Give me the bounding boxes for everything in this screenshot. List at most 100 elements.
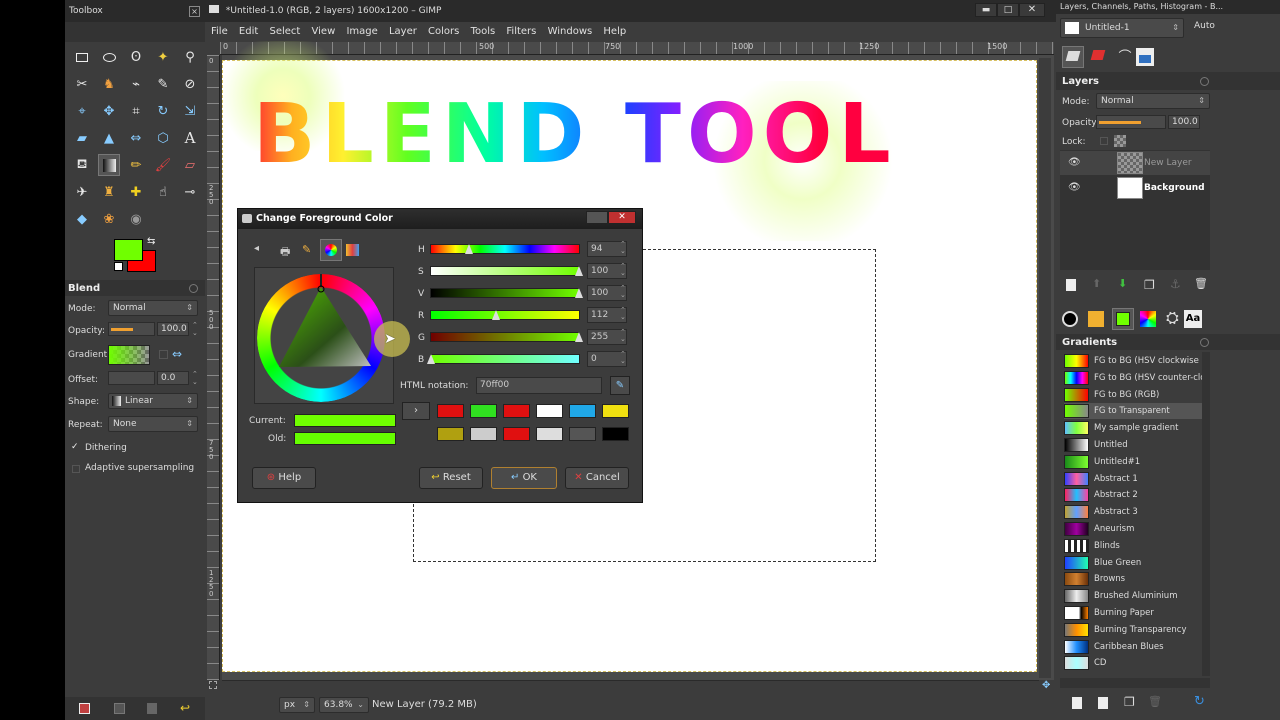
history-color-swatch[interactable]: [536, 404, 563, 418]
crop-tool[interactable]: ⌗: [125, 100, 147, 122]
menu-edit[interactable]: Edit: [235, 24, 262, 40]
v-slider[interactable]: [430, 288, 583, 298]
text-tool[interactable]: A: [179, 127, 201, 149]
panel-menu-icon[interactable]: [1200, 77, 1209, 86]
gradient-list-item[interactable]: Browns: [1064, 571, 1204, 587]
patterns-tab-icon[interactable]: [1088, 311, 1104, 327]
anchor-layer-icon[interactable]: ⚓: [1170, 277, 1181, 291]
history-color-swatch[interactable]: [470, 404, 497, 418]
repeat-combo[interactable]: None ⇕: [108, 416, 198, 432]
image-select-combo[interactable]: Untitled-1 ⇕: [1060, 18, 1184, 38]
paths-tool[interactable]: ⌁: [125, 73, 147, 95]
paths-tab[interactable]: ⌒: [1114, 46, 1136, 68]
minimize-button[interactable]: ▬: [975, 3, 997, 17]
history-color-swatch[interactable]: [503, 404, 530, 418]
wheel-selector-tab[interactable]: [320, 239, 342, 261]
gradient-list-item[interactable]: Blinds: [1064, 538, 1204, 554]
duplicate-layer-icon[interactable]: ❐: [1144, 278, 1155, 292]
ok-button[interactable]: ↵ OK: [491, 467, 557, 489]
lock-pixels-checkbox[interactable]: [1100, 137, 1108, 145]
blend-tool[interactable]: [98, 154, 120, 176]
gradient-list-item[interactable]: FG to Transparent: [1064, 403, 1204, 420]
cmyk-selector-icon[interactable]: 🖶: [280, 243, 290, 262]
new-gradient-icon[interactable]: [1098, 697, 1108, 709]
layers-tab[interactable]: [1062, 46, 1084, 68]
color-picker-button[interactable]: ✎: [610, 376, 630, 395]
convolve-tool[interactable]: ◉: [125, 208, 147, 230]
eye-icon[interactable]: 👁: [1068, 157, 1081, 168]
foreground-color-swatch[interactable]: [114, 239, 143, 261]
menu-filters[interactable]: Filters: [502, 24, 540, 40]
new-layer-icon[interactable]: [1066, 279, 1076, 291]
gradient-list-item[interactable]: My sample gradient: [1064, 420, 1204, 436]
delete-layer-icon[interactable]: 🗑: [1194, 277, 1208, 290]
menu-layer[interactable]: Layer: [385, 24, 421, 40]
smudge-tool[interactable]: ☝: [152, 181, 174, 203]
gradient-list-item[interactable]: FG to BG (HSV clockwise hue): [1064, 353, 1204, 369]
r-spin-arrows[interactable]: ⌃ ⌄: [620, 307, 626, 321]
gradient-preview-button[interactable]: [108, 345, 150, 365]
color-picker-tool[interactable]: ✎: [152, 73, 174, 95]
palettes-tab-icon[interactable]: [1140, 311, 1156, 327]
gradient-list-item[interactable]: CD: [1064, 655, 1204, 671]
menu-colors[interactable]: Colors: [424, 24, 463, 40]
history-color-swatch[interactable]: [602, 427, 629, 441]
save-options-icon[interactable]: [79, 703, 90, 714]
fuzzy-select-tool[interactable]: ✦: [152, 46, 174, 68]
tool-options-menu-icon[interactable]: [189, 284, 198, 293]
offset-slider[interactable]: [108, 371, 155, 385]
menu-help[interactable]: Help: [599, 24, 630, 40]
opacity-spin-arrows[interactable]: ⌃ ⌄: [192, 321, 198, 337]
quickmask-toggle[interactable]: [209, 681, 217, 689]
gradient-list-item[interactable]: Brushed Aluminium: [1064, 588, 1204, 604]
help-button[interactable]: ⊛ Help: [252, 467, 316, 489]
menu-view[interactable]: View: [308, 24, 340, 40]
rect-select-tool[interactable]: [71, 46, 93, 68]
v-spin-arrows[interactable]: ⌃ ⌄: [620, 285, 626, 299]
html-notation-input[interactable]: 70ff00: [476, 377, 602, 394]
eraser-tool[interactable]: ▱: [179, 154, 201, 176]
default-colors-icon[interactable]: [114, 262, 123, 271]
mode-combo[interactable]: Normal ⇕: [108, 300, 198, 316]
auto-button[interactable]: Auto: [1194, 21, 1215, 31]
swap-colors-icon[interactable]: ⇆: [147, 236, 155, 247]
add-history-button[interactable]: ›: [402, 402, 430, 420]
measure-tool[interactable]: ⊘: [179, 73, 201, 95]
tool-presets-tab-icon[interactable]: ⛭: [1166, 308, 1179, 328]
menu-file[interactable]: File: [207, 24, 232, 40]
reverse-gradient-checkbox[interactable]: [159, 350, 168, 359]
align-tool[interactable]: ⌖: [71, 100, 93, 122]
offset-value[interactable]: 0.0: [157, 371, 189, 385]
menu-tools[interactable]: Tools: [467, 24, 500, 40]
ellipse-select-tool[interactable]: [98, 46, 120, 68]
g-slider[interactable]: [430, 332, 583, 342]
dialog-close-button[interactable]: ✕: [608, 211, 636, 224]
g-spin-arrows[interactable]: ⌃ ⌄: [620, 329, 626, 343]
gradient-list-item[interactable]: Burning Paper: [1064, 605, 1204, 621]
paintbrush-tool[interactable]: 🖌: [152, 154, 174, 176]
delete-gradient-icon[interactable]: 🗑: [1148, 695, 1162, 708]
layer-opacity-slider[interactable]: [1096, 115, 1166, 129]
duplicate-gradient-icon[interactable]: ❐: [1124, 695, 1135, 709]
free-select-tool[interactable]: ʘ: [125, 46, 147, 68]
shape-combo[interactable]: Linear ⇕: [108, 393, 198, 409]
color-triangle-selector[interactable]: [254, 267, 394, 404]
gradient-list-item[interactable]: Untitled#1: [1064, 454, 1204, 470]
eye-icon[interactable]: 👁: [1068, 182, 1081, 193]
layer-opacity-value[interactable]: 100.0: [1168, 115, 1200, 129]
layer-row-new-layer[interactable]: 👁 New Layer: [1060, 151, 1210, 175]
cage-tool[interactable]: ⬡: [152, 127, 174, 149]
close-button[interactable]: ✕: [1019, 3, 1045, 17]
gradients-scrollbar[interactable]: [1202, 352, 1210, 676]
airbrush-tool[interactable]: ✈: [71, 181, 93, 203]
shear-tool[interactable]: ▰: [71, 127, 93, 149]
gradient-list-item[interactable]: Abstract 1: [1064, 471, 1204, 487]
ink-tool[interactable]: ◆: [71, 208, 93, 230]
history-color-swatch[interactable]: [536, 427, 563, 441]
zoom-combo[interactable]: 63.8% ⌄: [319, 697, 369, 713]
horizontal-scrollbar[interactable]: [222, 680, 1039, 690]
b-spin-arrows[interactable]: ⌃ ⌄: [620, 351, 626, 365]
restore-options-icon[interactable]: [114, 703, 125, 714]
gradients-hscrollbar[interactable]: [1060, 678, 1210, 688]
dodge-burn-tool[interactable]: ⊸: [179, 181, 201, 203]
